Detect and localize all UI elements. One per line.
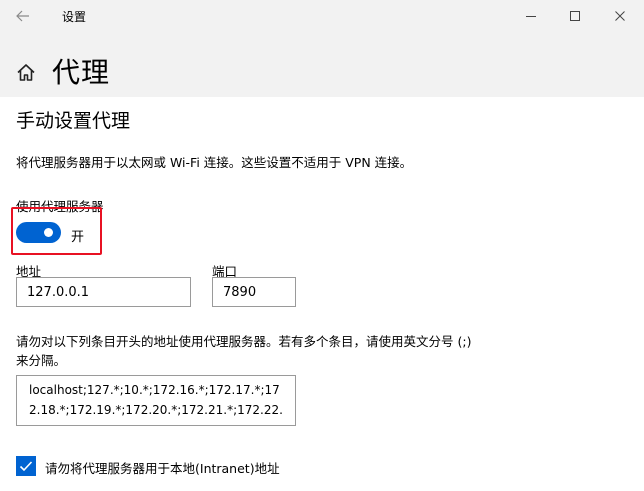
minimize-button[interactable] (516, 4, 546, 28)
use-proxy-toggle[interactable] (16, 222, 61, 243)
maximize-icon (570, 11, 580, 21)
port-input[interactable] (212, 277, 296, 307)
toggle-state-text: 开 (71, 230, 85, 245)
exceptions-help-text: 请勿对以下列条目开头的地址使用代理服务器。若有多个条目，请使用英文分号 (;) … (16, 334, 472, 368)
home-icon[interactable] (15, 61, 37, 83)
bypass-local-checkbox[interactable] (16, 456, 36, 476)
close-icon (615, 11, 625, 21)
address-input[interactable] (16, 277, 191, 307)
section-title: 手动设置代理 (16, 110, 131, 132)
page-header: 代理 (0, 33, 644, 97)
toggle-knob (44, 228, 53, 237)
back-button[interactable] (10, 5, 36, 27)
section-description: 将代理服务器用于以太网或 Wi-Fi 连接。这些设置不适用于 VPN 连接。 (16, 155, 413, 170)
bypass-local-label: 请勿将代理服务器用于本地(Intranet)地址 (45, 461, 280, 476)
title-bar: 设置 (0, 0, 644, 33)
window-title: 设置 (62, 10, 87, 24)
page-title: 代理 (52, 56, 111, 89)
close-button[interactable] (605, 4, 635, 28)
minimize-icon (526, 16, 536, 17)
maximize-button[interactable] (560, 4, 590, 28)
exceptions-value: localhost;127.*;10.*;172.16.*;172.17.*;1… (29, 383, 283, 425)
exceptions-textarea[interactable]: localhost;127.*;10.*;172.16.*;172.17.*;1… (16, 375, 296, 426)
back-arrow-icon (16, 10, 29, 22)
checkmark-icon (19, 461, 33, 472)
